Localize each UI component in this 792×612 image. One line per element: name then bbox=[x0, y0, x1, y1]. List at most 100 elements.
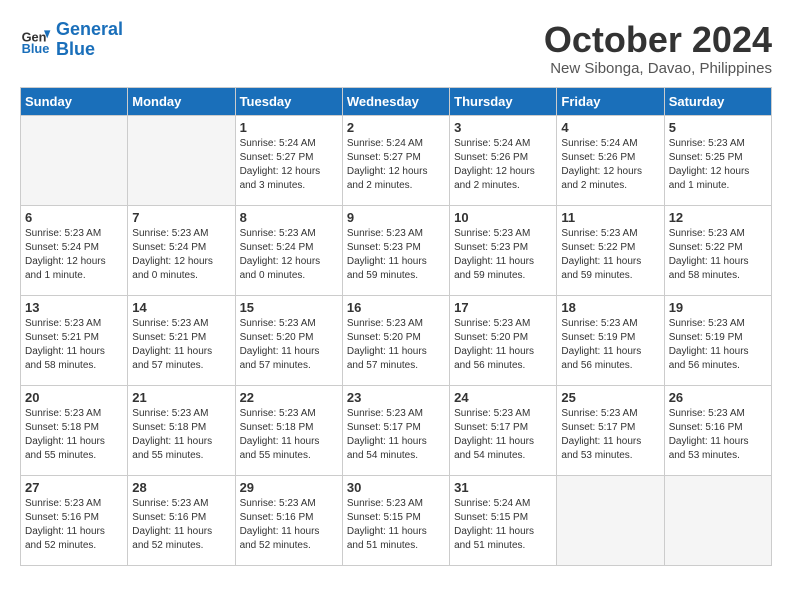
day-info: Sunrise: 5:23 AM Sunset: 5:18 PM Dayligh… bbox=[132, 407, 230, 463]
day-info: Sunrise: 5:23 AM Sunset: 5:22 PM Dayligh… bbox=[561, 227, 659, 283]
weekday-header-tuesday: Tuesday bbox=[235, 87, 342, 115]
calendar-cell: 3 Sunrise: 5:24 AM Sunset: 5:26 PM Dayli… bbox=[450, 115, 557, 205]
day-number: 12 bbox=[669, 210, 767, 225]
day-number: 21 bbox=[132, 390, 230, 405]
calendar-cell: 21 Sunrise: 5:23 AM Sunset: 5:18 PM Dayl… bbox=[128, 385, 235, 475]
day-info: Sunrise: 5:23 AM Sunset: 5:23 PM Dayligh… bbox=[347, 227, 445, 283]
weekday-header-sunday: Sunday bbox=[21, 87, 128, 115]
day-number: 25 bbox=[561, 390, 659, 405]
calendar-cell: 25 Sunrise: 5:23 AM Sunset: 5:17 PM Dayl… bbox=[557, 385, 664, 475]
calendar-cell: 14 Sunrise: 5:23 AM Sunset: 5:21 PM Dayl… bbox=[128, 295, 235, 385]
day-number: 29 bbox=[240, 480, 338, 495]
weekday-header-monday: Monday bbox=[128, 87, 235, 115]
page-header: Gen Blue GeneralBlue October 2024 New Si… bbox=[20, 20, 772, 77]
day-number: 2 bbox=[347, 120, 445, 135]
calendar-cell: 27 Sunrise: 5:23 AM Sunset: 5:16 PM Dayl… bbox=[21, 475, 128, 565]
calendar-cell: 15 Sunrise: 5:23 AM Sunset: 5:20 PM Dayl… bbox=[235, 295, 342, 385]
calendar-cell: 11 Sunrise: 5:23 AM Sunset: 5:22 PM Dayl… bbox=[557, 205, 664, 295]
calendar-cell: 18 Sunrise: 5:23 AM Sunset: 5:19 PM Dayl… bbox=[557, 295, 664, 385]
day-number: 11 bbox=[561, 210, 659, 225]
day-number: 27 bbox=[25, 480, 123, 495]
logo-text: GeneralBlue bbox=[56, 20, 123, 60]
calendar-cell: 17 Sunrise: 5:23 AM Sunset: 5:20 PM Dayl… bbox=[450, 295, 557, 385]
day-info: Sunrise: 5:23 AM Sunset: 5:17 PM Dayligh… bbox=[561, 407, 659, 463]
day-number: 28 bbox=[132, 480, 230, 495]
calendar-cell: 16 Sunrise: 5:23 AM Sunset: 5:20 PM Dayl… bbox=[342, 295, 449, 385]
day-info: Sunrise: 5:23 AM Sunset: 5:16 PM Dayligh… bbox=[669, 407, 767, 463]
calendar-cell: 8 Sunrise: 5:23 AM Sunset: 5:24 PM Dayli… bbox=[235, 205, 342, 295]
calendar-cell: 28 Sunrise: 5:23 AM Sunset: 5:16 PM Dayl… bbox=[128, 475, 235, 565]
location: New Sibonga, Davao, Philippines bbox=[544, 60, 772, 77]
weekday-header-row: SundayMondayTuesdayWednesdayThursdayFrid… bbox=[21, 87, 772, 115]
day-number: 3 bbox=[454, 120, 552, 135]
day-number: 7 bbox=[132, 210, 230, 225]
calendar-cell: 26 Sunrise: 5:23 AM Sunset: 5:16 PM Dayl… bbox=[664, 385, 771, 475]
calendar-cell: 10 Sunrise: 5:23 AM Sunset: 5:23 PM Dayl… bbox=[450, 205, 557, 295]
day-info: Sunrise: 5:23 AM Sunset: 5:18 PM Dayligh… bbox=[240, 407, 338, 463]
day-number: 22 bbox=[240, 390, 338, 405]
day-info: Sunrise: 5:23 AM Sunset: 5:21 PM Dayligh… bbox=[25, 317, 123, 373]
day-info: Sunrise: 5:23 AM Sunset: 5:22 PM Dayligh… bbox=[669, 227, 767, 283]
svg-text:Blue: Blue bbox=[22, 41, 50, 56]
title-block: October 2024 New Sibonga, Davao, Philipp… bbox=[544, 20, 772, 77]
calendar-table: SundayMondayTuesdayWednesdayThursdayFrid… bbox=[20, 87, 772, 566]
weekday-header-wednesday: Wednesday bbox=[342, 87, 449, 115]
day-info: Sunrise: 5:23 AM Sunset: 5:16 PM Dayligh… bbox=[132, 497, 230, 553]
calendar-cell: 12 Sunrise: 5:23 AM Sunset: 5:22 PM Dayl… bbox=[664, 205, 771, 295]
calendar-cell: 20 Sunrise: 5:23 AM Sunset: 5:18 PM Dayl… bbox=[21, 385, 128, 475]
weekday-header-saturday: Saturday bbox=[664, 87, 771, 115]
calendar-cell: 6 Sunrise: 5:23 AM Sunset: 5:24 PM Dayli… bbox=[21, 205, 128, 295]
calendar-cell: 23 Sunrise: 5:23 AM Sunset: 5:17 PM Dayl… bbox=[342, 385, 449, 475]
day-info: Sunrise: 5:23 AM Sunset: 5:16 PM Dayligh… bbox=[240, 497, 338, 553]
weekday-header-thursday: Thursday bbox=[450, 87, 557, 115]
week-row-5: 27 Sunrise: 5:23 AM Sunset: 5:16 PM Dayl… bbox=[21, 475, 772, 565]
day-info: Sunrise: 5:23 AM Sunset: 5:20 PM Dayligh… bbox=[347, 317, 445, 373]
day-number: 23 bbox=[347, 390, 445, 405]
day-number: 20 bbox=[25, 390, 123, 405]
day-number: 24 bbox=[454, 390, 552, 405]
calendar-cell: 13 Sunrise: 5:23 AM Sunset: 5:21 PM Dayl… bbox=[21, 295, 128, 385]
calendar-cell: 9 Sunrise: 5:23 AM Sunset: 5:23 PM Dayli… bbox=[342, 205, 449, 295]
day-info: Sunrise: 5:23 AM Sunset: 5:18 PM Dayligh… bbox=[25, 407, 123, 463]
calendar-cell bbox=[557, 475, 664, 565]
calendar-cell: 22 Sunrise: 5:23 AM Sunset: 5:18 PM Dayl… bbox=[235, 385, 342, 475]
day-number: 5 bbox=[669, 120, 767, 135]
day-info: Sunrise: 5:23 AM Sunset: 5:25 PM Dayligh… bbox=[669, 137, 767, 193]
day-number: 30 bbox=[347, 480, 445, 495]
day-number: 31 bbox=[454, 480, 552, 495]
day-info: Sunrise: 5:23 AM Sunset: 5:19 PM Dayligh… bbox=[669, 317, 767, 373]
day-info: Sunrise: 5:23 AM Sunset: 5:16 PM Dayligh… bbox=[25, 497, 123, 553]
day-info: Sunrise: 5:24 AM Sunset: 5:26 PM Dayligh… bbox=[561, 137, 659, 193]
calendar-cell: 4 Sunrise: 5:24 AM Sunset: 5:26 PM Dayli… bbox=[557, 115, 664, 205]
day-info: Sunrise: 5:23 AM Sunset: 5:21 PM Dayligh… bbox=[132, 317, 230, 373]
day-info: Sunrise: 5:24 AM Sunset: 5:27 PM Dayligh… bbox=[347, 137, 445, 193]
weekday-header-friday: Friday bbox=[557, 87, 664, 115]
day-info: Sunrise: 5:23 AM Sunset: 5:17 PM Dayligh… bbox=[454, 407, 552, 463]
day-info: Sunrise: 5:23 AM Sunset: 5:19 PM Dayligh… bbox=[561, 317, 659, 373]
day-info: Sunrise: 5:24 AM Sunset: 5:26 PM Dayligh… bbox=[454, 137, 552, 193]
calendar-cell bbox=[664, 475, 771, 565]
week-row-2: 6 Sunrise: 5:23 AM Sunset: 5:24 PM Dayli… bbox=[21, 205, 772, 295]
calendar-cell bbox=[128, 115, 235, 205]
calendar-cell: 31 Sunrise: 5:24 AM Sunset: 5:15 PM Dayl… bbox=[450, 475, 557, 565]
calendar-cell: 24 Sunrise: 5:23 AM Sunset: 5:17 PM Dayl… bbox=[450, 385, 557, 475]
day-number: 19 bbox=[669, 300, 767, 315]
week-row-1: 1 Sunrise: 5:24 AM Sunset: 5:27 PM Dayli… bbox=[21, 115, 772, 205]
day-number: 6 bbox=[25, 210, 123, 225]
day-number: 16 bbox=[347, 300, 445, 315]
day-info: Sunrise: 5:23 AM Sunset: 5:24 PM Dayligh… bbox=[25, 227, 123, 283]
calendar-cell: 19 Sunrise: 5:23 AM Sunset: 5:19 PM Dayl… bbox=[664, 295, 771, 385]
day-number: 10 bbox=[454, 210, 552, 225]
day-number: 1 bbox=[240, 120, 338, 135]
day-number: 17 bbox=[454, 300, 552, 315]
day-info: Sunrise: 5:23 AM Sunset: 5:23 PM Dayligh… bbox=[454, 227, 552, 283]
day-info: Sunrise: 5:23 AM Sunset: 5:17 PM Dayligh… bbox=[347, 407, 445, 463]
day-number: 9 bbox=[347, 210, 445, 225]
day-number: 13 bbox=[25, 300, 123, 315]
day-number: 14 bbox=[132, 300, 230, 315]
week-row-3: 13 Sunrise: 5:23 AM Sunset: 5:21 PM Dayl… bbox=[21, 295, 772, 385]
day-number: 8 bbox=[240, 210, 338, 225]
month-title: October 2024 bbox=[544, 20, 772, 60]
calendar-cell bbox=[21, 115, 128, 205]
day-info: Sunrise: 5:24 AM Sunset: 5:27 PM Dayligh… bbox=[240, 137, 338, 193]
